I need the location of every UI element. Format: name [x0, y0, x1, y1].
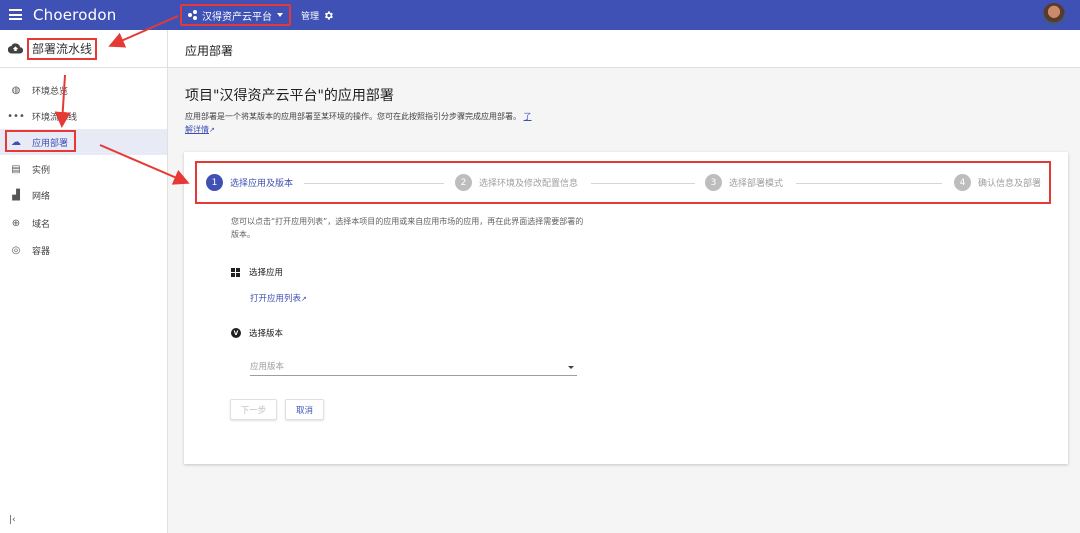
- sidebar: 部署流水线 ◍ 环境总览 ••• 环境流水线 ☁ 应用部署 ▤ 实例 ▟ 网络 …: [0, 30, 168, 533]
- sidebar-header: 部署流水线: [0, 30, 167, 68]
- top-bar: Choerodon 汉得资产云平台 管理: [0, 0, 1080, 30]
- manage-label: 管理: [301, 12, 320, 22]
- globe-icon: ◍: [11, 84, 21, 96]
- project-icon: [188, 10, 198, 20]
- chevron-down-icon: [277, 13, 283, 17]
- stepper-highlight-box: [195, 161, 1051, 204]
- version-placeholder: 应用版本: [250, 362, 285, 372]
- page-header-title: 应用部署: [185, 44, 234, 58]
- dropdown-arrow-icon: [568, 366, 574, 369]
- sidebar-item-domain[interactable]: ⊕ 域名: [0, 210, 167, 236]
- page-description: 应用部署是一个将某版本的应用部署至某环境的操作。您可在此按照指引分步骤完成应用部…: [185, 110, 535, 137]
- description-text: 应用部署是一个将某版本的应用部署至某环境的操作。您可在此按照指引分步骤完成应用部…: [185, 112, 521, 121]
- pipeline-icon: •••: [7, 110, 25, 122]
- select-version-section: V 选择版本: [231, 327, 283, 339]
- sidebar-item-env-overview[interactable]: ◍ 环境总览: [0, 77, 167, 103]
- next-button[interactable]: 下一步: [230, 399, 277, 420]
- sidebar-item-network[interactable]: ▟ 网络: [0, 182, 167, 208]
- brand-logo[interactable]: Choerodon: [33, 6, 116, 24]
- version-icon: V: [231, 328, 241, 338]
- main-header: 应用部署: [168, 30, 1080, 68]
- sidebar-item-label: 网络: [32, 191, 51, 202]
- open-app-list-label: 打开应用列表: [250, 294, 302, 304]
- sidebar-item-container[interactable]: ◎ 容器: [0, 237, 167, 263]
- instruction-text: 您可以点击“打开应用列表”，选择本项目的应用或来自应用市场的应用，再在此界面选择…: [231, 217, 584, 239]
- external-link-icon: ↗: [209, 126, 215, 134]
- avatar[interactable]: [1043, 3, 1065, 25]
- version-select[interactable]: 应用版本: [250, 360, 577, 376]
- project-name: 汉得资产云平台: [202, 11, 272, 23]
- select-app-label: 选择应用: [249, 268, 284, 278]
- sidebar-item-label: 实例: [32, 165, 51, 176]
- menu-icon[interactable]: [9, 9, 22, 20]
- instance-icon: ▤: [11, 163, 21, 175]
- sidebar-item-instance[interactable]: ▤ 实例: [0, 156, 167, 182]
- gear-icon: [324, 11, 333, 20]
- apps-icon: [231, 267, 240, 277]
- sidebar-item-env-pipeline[interactable]: ••• 环境流水线: [0, 103, 167, 129]
- sidebar-item-label: 容器: [32, 246, 51, 257]
- project-selector[interactable]: 汉得资产云平台: [180, 4, 291, 26]
- highlight-box: [5, 130, 76, 152]
- cancel-button[interactable]: 取消: [285, 399, 324, 420]
- sidebar-item-label: 环境总览: [32, 86, 69, 97]
- sidebar-title: 部署流水线: [27, 38, 98, 60]
- manage-button[interactable]: 管理: [301, 9, 334, 22]
- select-app-section: 选择应用: [231, 266, 283, 278]
- domain-icon: ⊕: [11, 217, 21, 229]
- external-link-icon: ↗: [301, 295, 307, 303]
- sidebar-item-label: 环境流水线: [32, 112, 78, 123]
- network-icon: ▟: [12, 189, 20, 201]
- select-version-label: 选择版本: [249, 329, 284, 339]
- page-title: 项目"汉得资产云平台"的应用部署: [185, 88, 394, 104]
- cloud-icon: [8, 43, 23, 54]
- container-icon: ◎: [11, 244, 21, 256]
- sidebar-item-label: 域名: [32, 219, 51, 230]
- collapse-icon[interactable]: |‹: [9, 515, 16, 525]
- open-app-list-link[interactable]: 打开应用列表↗: [250, 292, 307, 304]
